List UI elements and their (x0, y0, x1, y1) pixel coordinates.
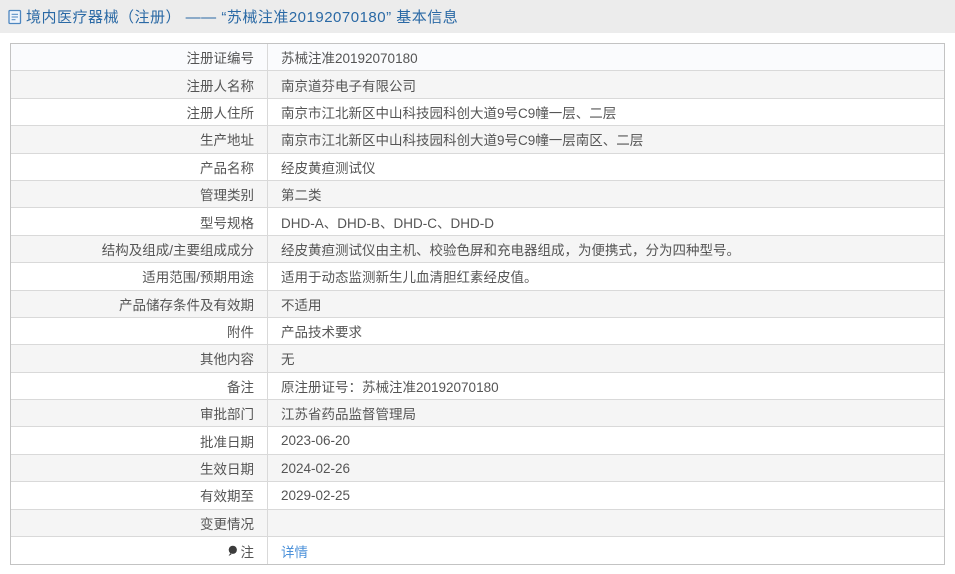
table-row: 注册证编号 苏械注准20192070180 (11, 44, 944, 72)
row-value: DHD-A、DHD-B、DHD-C、DHD-D (281, 215, 494, 231)
row-label: 批准日期 (11, 427, 268, 454)
row-label-text: 注册人住所 (186, 105, 255, 121)
topbar: 境内医疗器械（注册） —— “苏械注准20192070180” 基本信息 (0, 0, 955, 33)
row-label-text: 生产地址 (200, 133, 254, 149)
document-icon (8, 9, 22, 25)
row-value: 南京道芬电子有限公司 (281, 78, 416, 94)
row-value: 第二类 (281, 188, 322, 204)
table-row: 注册人住所 南京市江北新区中山科技园科创大道9号C9幢一层、二层 (11, 98, 944, 127)
table-row: 其他内容 无 (11, 345, 944, 373)
note-icon (227, 545, 238, 557)
row-value: 苏械注准20192070180 (281, 51, 418, 67)
row-label: 产品名称 (11, 153, 268, 180)
row-label-text: 审批部门 (200, 407, 254, 423)
row-label: 审批部门 (11, 400, 268, 427)
row-label: 注册人名称 (11, 71, 268, 98)
table-row: 注册人名称 南京道芬电子有限公司 (11, 71, 944, 99)
row-value: 无 (281, 352, 295, 368)
table-row: 注 详情 (11, 537, 944, 565)
row-label: 有效期至 (11, 482, 268, 509)
row-value: 经皮黄疸测试仪 (281, 160, 376, 176)
row-value: 产品技术要求 (281, 325, 362, 341)
table-row: 变更情况 (11, 509, 944, 538)
row-label-text: 注 (240, 544, 255, 560)
table-row: 附件 产品技术要求 (11, 317, 944, 346)
row-label-text: 有效期至 (200, 489, 254, 505)
table-row: 产品储存条件及有效期 不适用 (11, 290, 944, 318)
page-title: 境内医疗器械（注册） —— “苏械注准20192070180” 基本信息 (26, 9, 459, 26)
table-row: 结构及组成/主要组成成分 经皮黄疸测试仪由主机、校验色屏和充电器组成，为便携式，分… (11, 235, 944, 264)
row-label: 注册证编号 (11, 44, 268, 71)
table-row: 产品名称 经皮黄疸测试仪 (11, 153, 944, 181)
row-label-text: 注册人名称 (186, 78, 255, 94)
row-value: 南京市江北新区中山科技园科创大道9号C9幢一层南区、二层 (281, 133, 644, 149)
detail-link[interactable]: 详情 (281, 541, 308, 561)
table-row: 管理类别 第二类 (11, 180, 944, 209)
row-label-text: 备注 (227, 379, 254, 395)
row-label-text: 注册证编号 (186, 51, 255, 67)
row-label: 结构及组成/主要组成成分 (11, 235, 268, 263)
table-row: 审批部门 江苏省药品监督管理局 (11, 400, 944, 428)
row-label-text: 产品储存条件及有效期 (119, 297, 254, 313)
table-row: 批准日期 2023-06-20 (11, 427, 944, 455)
row-label: 注册人住所 (11, 98, 268, 126)
row-value: 不适用 (281, 297, 322, 313)
table-row: 适用范围/预期用途 适用于动态监测新生儿血清胆红素经皮值。 (11, 263, 944, 291)
row-value: 2023-06-20 (281, 433, 351, 449)
row-label-text: 适用范围/预期用途 (142, 270, 254, 286)
row-label: 型号规格 (11, 208, 268, 235)
row-label: 注 (11, 537, 268, 565)
row-value: 经皮黄疸测试仪由主机、校验色屏和充电器组成，为便携式，分为四种型号。 (281, 242, 740, 258)
row-label: 备注 (11, 372, 268, 400)
table-row: 有效期至 2029-02-25 (11, 482, 944, 510)
row-label: 生效日期 (11, 454, 268, 482)
row-label: 管理类别 (11, 180, 268, 208)
row-label-text: 型号规格 (200, 215, 254, 231)
row-value: 详情 (268, 537, 944, 564)
row-label-text: 管理类别 (200, 188, 254, 204)
row-label-text: 批准日期 (200, 434, 254, 450)
row-label: 变更情况 (11, 509, 268, 537)
row-value: 2029-02-25 (281, 487, 351, 503)
table-row: 备注 原注册证号：苏械注准20192070180 (11, 372, 944, 401)
row-label-text: 生效日期 (200, 462, 254, 478)
row-label-text: 变更情况 (200, 516, 254, 532)
row-value: 南京市江北新区中山科技园科创大道9号C9幢一层、二层 (281, 105, 617, 121)
row-label: 产品储存条件及有效期 (11, 290, 268, 317)
row-label: 适用范围/预期用途 (11, 263, 268, 290)
row-value (268, 510, 944, 536)
row-label-text: 其他内容 (200, 352, 254, 368)
table-row: 生产地址 南京市江北新区中山科技园科创大道9号C9幢一层南区、二层 (11, 126, 944, 154)
row-label: 附件 (11, 317, 268, 345)
row-label: 生产地址 (11, 126, 268, 153)
table-row: 型号规格 DHD-A、DHD-B、DHD-C、DHD-D (11, 208, 944, 236)
info-table: 注册证编号 苏械注准20192070180 注册人名称 南京道芬电子有限公司注册人住所… (10, 43, 945, 566)
row-value: 适用于动态监测新生儿血清胆红素经皮值。 (281, 270, 538, 286)
row-value: 2024-02-26 (281, 460, 351, 476)
row-value: 江苏省药品监督管理局 (281, 407, 416, 423)
row-value: 原注册证号：苏械注准20192070180 (281, 379, 499, 395)
row-label-text: 产品名称 (200, 160, 254, 176)
row-label-text: 结构及组成/主要组成成分 (101, 242, 254, 258)
row-label-text: 附件 (227, 325, 254, 341)
table-row: 生效日期 2024-02-26 (11, 454, 944, 483)
row-label: 其他内容 (11, 345, 268, 372)
